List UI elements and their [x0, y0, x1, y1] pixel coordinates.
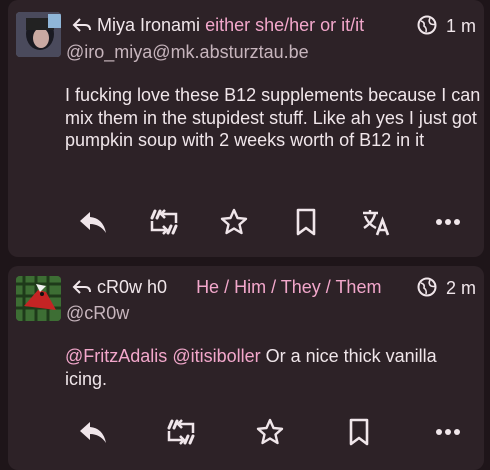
reply-button[interactable]	[75, 204, 111, 240]
bookmark-icon	[296, 208, 316, 236]
reply-icon	[80, 212, 106, 233]
reply-indicator-icon	[72, 280, 91, 294]
boost-icon	[150, 209, 178, 235]
favourite-icon	[220, 208, 248, 235]
post-card[interactable]: cR0w h0 He / Him / They / Them 2 m @cR0w…	[8, 266, 484, 470]
more-icon	[436, 429, 460, 435]
favourite-button[interactable]	[216, 204, 252, 240]
more-icon	[436, 219, 460, 225]
bookmark-icon	[349, 418, 369, 446]
avatar[interactable]	[16, 12, 61, 57]
more-button[interactable]	[430, 204, 466, 240]
boost-button[interactable]	[146, 204, 182, 240]
time-label: 1 m	[445, 16, 476, 36]
mention-link[interactable]: @FritzAdalis	[65, 346, 167, 366]
bookmark-button[interactable]	[288, 204, 324, 240]
post-content: @FritzAdalis @itisiboller Or a nice thic…	[65, 345, 483, 390]
favourite-button[interactable]	[252, 414, 288, 450]
bookmark-button[interactable]	[341, 414, 377, 450]
avatar[interactable]	[16, 276, 61, 321]
boost-button[interactable]	[163, 414, 199, 450]
boost-icon	[167, 419, 195, 445]
mention-link[interactable]: @itisiboller	[172, 346, 260, 366]
user-handle[interactable]: @iro_miya@mk.absturztau.be	[66, 42, 309, 63]
favourite-icon	[256, 418, 284, 445]
display-name[interactable]: cR0w h0	[97, 277, 167, 297]
reply-icon	[80, 422, 106, 443]
post-card[interactable]: Miya Ironami either she/her or it/it 1 m…	[8, 0, 484, 257]
pronouns: either she/her or it/it	[205, 15, 365, 35]
translate-button[interactable]	[358, 204, 394, 240]
post-header: cR0w h0 He / Him / They / Them	[72, 277, 381, 298]
pronouns: He / Him / They / Them	[196, 277, 382, 297]
time-label: 2 m	[445, 278, 476, 298]
post-time[interactable]: 1 m	[417, 15, 476, 37]
translate-icon	[363, 210, 390, 236]
globe-icon	[417, 15, 437, 35]
post-time[interactable]: 2 m	[417, 277, 476, 299]
user-handle[interactable]: @cR0w	[66, 303, 129, 324]
reply-indicator-icon	[72, 18, 91, 32]
post-header: Miya Ironami either she/her or it/it	[72, 15, 364, 36]
globe-icon	[417, 277, 437, 297]
display-name[interactable]: Miya Ironami	[97, 15, 200, 35]
post-content: I fucking love these B12 supplements bec…	[65, 85, 481, 150]
more-button[interactable]	[430, 414, 466, 450]
reply-button[interactable]	[75, 414, 111, 450]
